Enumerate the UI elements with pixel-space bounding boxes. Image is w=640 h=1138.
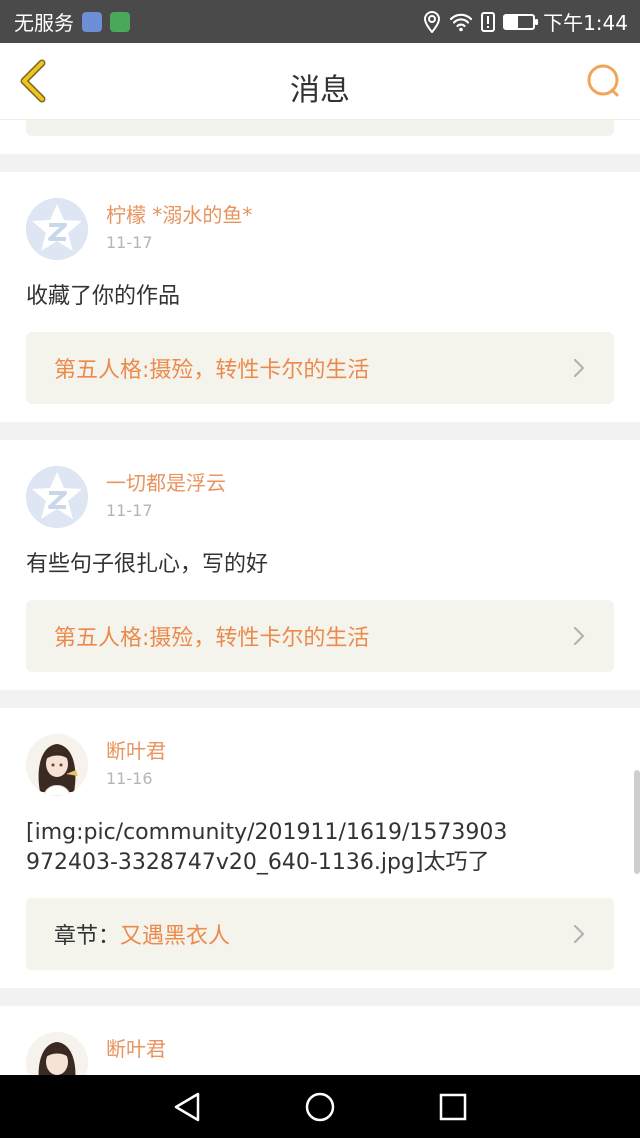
user-meta: 柠檬 *溺水的鱼* 11-17 [106, 198, 252, 256]
message-text: [img:pic/community/201911/1619/157390397… [26, 820, 508, 875]
user-name[interactable]: 柠檬 *溺水的鱼* [106, 202, 252, 228]
message-card: 断叶君 11-16 [img:pic/community/201911/1619… [0, 708, 640, 988]
search-icon[interactable] [584, 61, 624, 101]
scrollbar[interactable] [634, 770, 640, 874]
square-recents-icon [440, 1093, 467, 1120]
status-bar: 无服务 下午1:44 [0, 0, 640, 43]
status-left: 无服务 [14, 7, 130, 36]
sim-alert-icon [481, 11, 496, 32]
default-avatar-star-icon [26, 198, 88, 260]
system-nav-bar [0, 1075, 640, 1138]
divider [0, 690, 640, 708]
battery-icon [503, 13, 539, 30]
message-card: 一切都是浮云 11-17 有些句子很扎心，写的好 第五人格:摄殓，转性卡尔的生活 [0, 440, 640, 690]
message-date: 11-16 [106, 769, 153, 788]
work-label: 章节：又遇黑衣人 [54, 918, 230, 950]
work-link[interactable]: 第五人格:摄殓，转性卡尔的生活 [26, 332, 614, 404]
triangle-back-icon [174, 1092, 199, 1121]
message-date: 11-17 [106, 233, 153, 252]
message-card: 断叶君 [0, 1006, 640, 1075]
anime-girl-avatar-icon [26, 1032, 88, 1075]
chevron-right-icon [573, 358, 585, 378]
divider [0, 422, 640, 440]
work-title: 第五人格:摄殓，转性卡尔的生活 [54, 626, 370, 651]
chevron-right-icon [573, 924, 585, 944]
clock-text: 下午1:44 [543, 11, 628, 35]
avatar[interactable] [26, 466, 88, 528]
nav-home-button[interactable] [300, 1087, 340, 1127]
anime-girl-avatar-icon [26, 734, 88, 796]
previous-work-link-partial[interactable] [26, 120, 614, 136]
work-link[interactable]: 第五人格:摄殓，转性卡尔的生活 [26, 600, 614, 672]
default-avatar-star-icon [26, 466, 88, 528]
user-name[interactable]: 断叶君 [106, 738, 166, 764]
carrier-text: 无服务 [14, 11, 74, 35]
app-header: 消息 [0, 43, 640, 120]
chapter-title: 又遇黑衣人 [120, 924, 231, 949]
location-icon [424, 10, 441, 33]
user-row[interactable]: 断叶君 11-16 [26, 734, 614, 796]
divider [0, 154, 640, 172]
avatar[interactable] [26, 198, 88, 260]
user-name[interactable]: 一切都是浮云 [106, 470, 226, 496]
message-card: 柠檬 *溺水的鱼* 11-17 收藏了你的作品 第五人格:摄殓，转性卡尔的生活 [0, 172, 640, 422]
message-list[interactable]: 柠檬 *溺水的鱼* 11-17 收藏了你的作品 第五人格:摄殓，转性卡尔的生活 [0, 120, 640, 1075]
work-prefix: 章节： [54, 924, 121, 949]
circle-home-icon [305, 1092, 335, 1121]
work-title: 第五人格:摄殓，转性卡尔的生活 [54, 358, 370, 383]
work-link[interactable]: 章节：又遇黑衣人 [26, 898, 614, 970]
paw-app-icon [82, 11, 102, 32]
avatar[interactable] [26, 1032, 88, 1075]
chevron-right-icon [573, 626, 585, 646]
user-name[interactable]: 断叶君 [106, 1036, 166, 1062]
play-app-icon [110, 11, 130, 32]
message-text: 有些句子很扎心，写的好 [26, 552, 269, 577]
divider [0, 988, 640, 1006]
user-row[interactable]: 一切都是浮云 11-17 [26, 466, 614, 528]
battery-fill [505, 15, 518, 28]
user-meta: 断叶君 [106, 1032, 166, 1062]
page-title: 消息 [290, 73, 350, 108]
status-right: 下午1:44 [423, 7, 628, 36]
nav-recents-button[interactable] [433, 1087, 473, 1127]
message-date: 11-17 [106, 501, 153, 520]
message-text: 收藏了你的作品 [26, 284, 181, 309]
nav-back-button[interactable] [167, 1087, 207, 1127]
user-meta: 断叶君 11-16 [106, 734, 166, 792]
wifi-icon [449, 13, 473, 31]
user-meta: 一切都是浮云 11-17 [106, 466, 226, 524]
user-row[interactable]: 柠檬 *溺水的鱼* 11-17 [26, 198, 614, 260]
avatar[interactable] [26, 734, 88, 796]
user-row[interactable]: 断叶君 [26, 1032, 614, 1075]
previous-message-partial [0, 120, 640, 154]
